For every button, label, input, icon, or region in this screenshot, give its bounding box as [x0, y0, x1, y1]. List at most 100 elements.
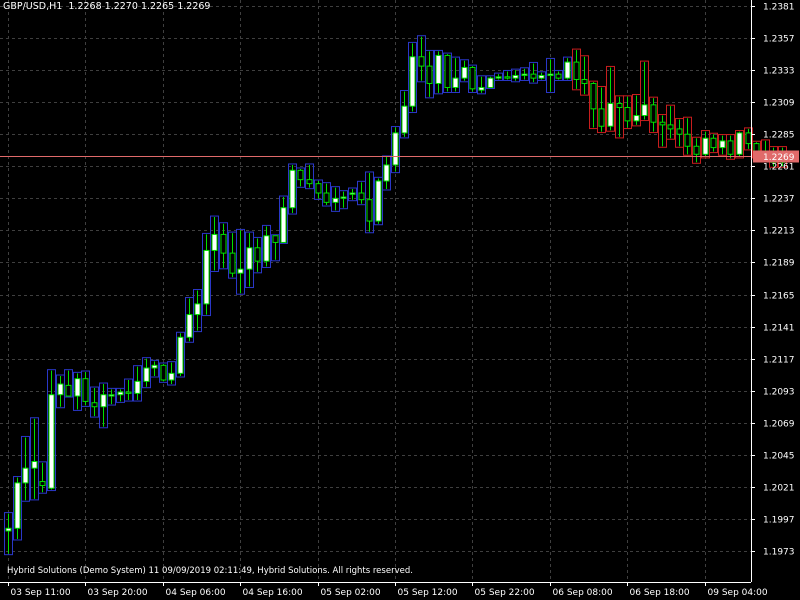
candle-body-bear — [469, 66, 476, 90]
candle-body-bull — [461, 66, 468, 79]
y-tick-label: 1.2333 — [763, 67, 795, 77]
y-tick-label: 1.2045 — [763, 452, 795, 462]
candle-body-bear — [297, 169, 304, 181]
candle-body-bull — [211, 233, 218, 251]
candle-body-bull — [409, 56, 416, 107]
candle-body-bull — [702, 137, 709, 155]
candle-body-bear — [39, 481, 46, 487]
candle-body-bull — [14, 482, 21, 529]
candle-body-bear — [676, 128, 683, 135]
x-tick-label: 03 Sep 20:00 — [88, 588, 148, 598]
chart-window[interactable]: 1.2381 1.2357 1.2333 1.2309 1.2285 1.2261 1.22… — [0, 0, 800, 600]
candle-body-bear — [220, 233, 227, 254]
candle-body-bull — [607, 103, 614, 127]
candle-body-bull — [375, 180, 382, 222]
candle-body-bull — [719, 140, 726, 149]
x-tick-label: 05 Sep 02:00 — [321, 588, 381, 598]
candle-body-bull — [74, 378, 81, 397]
candle-body-bull — [349, 192, 356, 195]
candle-body-bear — [323, 192, 330, 203]
x-tick-label: 05 Sep 12:00 — [398, 588, 458, 598]
candle-body-bull — [633, 115, 640, 122]
candle-body-bull — [108, 394, 115, 397]
candle-body-bull — [495, 76, 502, 79]
candle-body-bull — [487, 77, 494, 88]
candle-body-bear — [684, 133, 691, 147]
y-tick-label: 1.2141 — [763, 324, 795, 334]
candle-body-bull — [332, 197, 339, 203]
candle-body-bull — [263, 235, 270, 262]
candle-body-bull — [736, 132, 743, 155]
ohlc-open: 1.2268 — [68, 1, 102, 12]
y-tick-label: 1.2261 — [763, 163, 795, 173]
candle-body-bull — [186, 314, 193, 338]
x-tick-label: 06 Sep 18:00 — [630, 588, 690, 598]
y-tick-label: 1.2165 — [763, 292, 795, 302]
candle-body-bear — [65, 384, 72, 397]
y-tick-label: 1.1973 — [763, 548, 795, 558]
candle-body-bear — [418, 56, 425, 67]
candle-body-bear — [573, 61, 580, 80]
symbol-header: GBP/USD,H1 1.2268 1.2270 1.2265 1.2269 — [3, 1, 210, 12]
candle-body-bull — [289, 169, 296, 209]
candle-body-bear — [598, 108, 605, 127]
candle-body-bear — [693, 145, 700, 155]
x-tick-label: 04 Sep 06:00 — [166, 588, 226, 598]
candle-body-bear — [753, 143, 760, 153]
symbol-label: GBP/USD,H1 — [3, 1, 63, 12]
candle-body-bull — [48, 394, 55, 489]
grid-layer — [0, 0, 751, 582]
candle-body-bull — [177, 336, 184, 374]
x-tick-label: 03 Sep 11:00 — [11, 588, 71, 598]
candle-body-bear — [667, 124, 674, 130]
candle-body-bear — [358, 192, 365, 201]
candle-body-bear — [82, 378, 89, 402]
candle-body-bull — [22, 467, 29, 484]
candle-body-bear — [444, 54, 451, 88]
candle-body-bull — [31, 461, 38, 469]
candle-body-bear — [272, 235, 279, 243]
candle-body-bear — [426, 65, 433, 84]
candle-body-bear — [530, 73, 537, 79]
candle-body-bear — [504, 76, 511, 79]
y-tick-label: 1.2093 — [763, 388, 795, 398]
candle-body-bear — [745, 132, 752, 145]
y-tick-label: 1.2309 — [763, 99, 795, 109]
candle-body-bear — [91, 402, 98, 408]
candle-body-bear — [624, 107, 631, 122]
candle-body-bull — [168, 372, 175, 381]
candle-body-bull — [117, 391, 124, 396]
candle-body-bull — [194, 303, 201, 316]
candle-body-bear — [710, 137, 717, 149]
candle-body-bull — [538, 74, 545, 79]
candle-body-bear — [659, 121, 666, 126]
y-tick-label: 1.1997 — [763, 516, 795, 526]
candle-body-bull — [547, 73, 554, 76]
current-price-label: 1.2269 — [763, 153, 795, 163]
candle-body-bear — [581, 78, 588, 84]
candle-body-bear — [315, 183, 322, 194]
candle-body-bull — [383, 164, 390, 182]
y-tick-label: 1.2021 — [763, 484, 795, 494]
candlestick-chart[interactable]: 1.23811.23571.23331.23091.22851.22611.22… — [0, 0, 800, 600]
candle-body-bull — [641, 104, 648, 117]
candle-body-bull — [280, 207, 287, 243]
candle-body-bull — [134, 380, 141, 394]
ohlc-high: 1.2270 — [104, 1, 138, 12]
candle-body-bear — [306, 179, 313, 185]
candle-body-bear — [727, 140, 734, 155]
y-tick-label: 1.2381 — [763, 3, 795, 13]
ohlc-close: 1.2269 — [177, 1, 211, 12]
candle-body-bear — [650, 104, 657, 123]
candle-body-bull — [100, 394, 107, 408]
candle-body-bull — [564, 61, 571, 79]
y-tick-label: 1.2237 — [763, 195, 795, 205]
candle-body-bull — [401, 105, 408, 134]
candle-body-bull — [237, 268, 244, 274]
candle-body-bull — [151, 364, 158, 369]
candle-body-bear — [160, 364, 167, 381]
candle-body-bull — [57, 383, 64, 396]
axis-layer: 1.23811.23571.23331.23091.22851.22611.22… — [0, 0, 799, 598]
candle-body-bear — [366, 199, 373, 222]
candle-body-bull — [203, 249, 210, 305]
